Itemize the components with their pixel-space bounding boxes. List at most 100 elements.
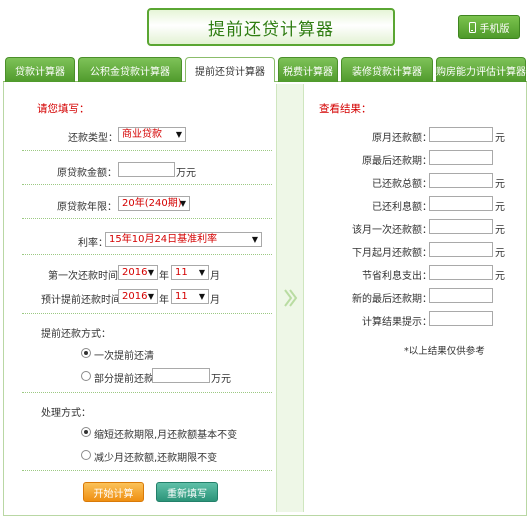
result-new-last-period bbox=[429, 288, 493, 303]
loan-amount-input[interactable] bbox=[118, 162, 175, 177]
result-lump-sum bbox=[429, 219, 493, 234]
prepay-year-value: 2016 bbox=[122, 291, 148, 302]
result-label-next-monthly: 下月起月还款额： bbox=[352, 248, 432, 259]
tab-prepayment-calculator[interactable]: 提前还贷计算器 bbox=[185, 57, 275, 83]
calculator-tabs: 贷款计算器 公积金贷款计算器 提前还贷计算器 税费计算器 装修贷款计算器 购房能… bbox=[3, 57, 527, 83]
chevron-down-icon: ▼ bbox=[251, 235, 258, 244]
result-label-paid-total: 已还款总额： bbox=[372, 179, 432, 190]
tab-label: 装修贷款计算器 bbox=[352, 66, 422, 78]
handle-shorten-label: 缩短还款期限,月还款额基本不变 bbox=[94, 430, 238, 441]
handle-method-label: 处理方式： bbox=[41, 408, 91, 419]
result-unit: 元 bbox=[495, 248, 505, 259]
mobile-version-label: 手机版 bbox=[479, 23, 510, 35]
chevron-down-icon: ▼ bbox=[198, 268, 205, 277]
column-divider bbox=[276, 84, 304, 512]
handle-reduce-radio[interactable] bbox=[81, 450, 91, 460]
prepay-month-select[interactable]: 11 ▼ bbox=[171, 289, 209, 304]
form-section-title: 请您填写： bbox=[37, 103, 90, 115]
tab-label: 公积金贷款计算器 bbox=[90, 66, 170, 78]
rate-label: 利率： bbox=[78, 238, 108, 249]
loan-years-select[interactable]: 20年(240期) ▼ bbox=[118, 196, 190, 211]
first-payment-label: 第一次还款时间 bbox=[48, 271, 118, 282]
divider bbox=[22, 254, 272, 255]
tab-label: 税费计算器 bbox=[283, 66, 333, 78]
phone-icon bbox=[468, 21, 476, 33]
first-payment-year-value: 2016 bbox=[122, 267, 148, 278]
mobile-version-button[interactable]: 手机版 bbox=[458, 15, 520, 39]
result-unit: 元 bbox=[495, 202, 505, 213]
divider bbox=[22, 218, 272, 219]
result-paid-total bbox=[429, 173, 493, 188]
tab-label: 贷款计算器 bbox=[15, 66, 65, 78]
start-calculation-button[interactable]: 开始计算 bbox=[83, 482, 144, 502]
loan-type-value: 商业贷款 bbox=[122, 129, 162, 140]
chevron-down-icon: ▼ bbox=[175, 130, 182, 139]
prepay-partial-radio[interactable] bbox=[81, 371, 91, 381]
first-payment-month-value: 11 bbox=[175, 267, 188, 278]
tab-loan-calculator[interactable]: 贷款计算器 bbox=[5, 57, 75, 82]
divider bbox=[22, 392, 272, 393]
divider bbox=[22, 184, 272, 185]
tab-provident-fund-calculator[interactable]: 公积金贷款计算器 bbox=[78, 57, 182, 82]
divider bbox=[22, 313, 272, 314]
result-unit: 元 bbox=[495, 271, 505, 282]
result-label-hint: 计算结果提示： bbox=[362, 317, 432, 328]
reset-form-button[interactable]: 重新填写 bbox=[156, 482, 218, 502]
tab-label: 购房能力评估计算器 bbox=[436, 66, 526, 78]
chevron-down-icon: ▼ bbox=[198, 292, 205, 301]
prepay-time-label: 预计提前还款时间 bbox=[41, 295, 121, 306]
prepay-month-value: 11 bbox=[175, 291, 188, 302]
chevron-down-icon: ▼ bbox=[147, 268, 154, 277]
month-unit: 月 bbox=[210, 271, 220, 282]
loan-years-value: 20年(240期) bbox=[122, 198, 182, 209]
first-payment-month-select[interactable]: 11 ▼ bbox=[171, 265, 209, 280]
result-hint bbox=[429, 311, 493, 326]
result-label-lump-sum: 该月一次还款额： bbox=[352, 225, 432, 236]
prepay-method-label: 提前还款方式： bbox=[41, 329, 111, 340]
result-paid-interest bbox=[429, 196, 493, 211]
partial-amount-unit: 万元 bbox=[211, 374, 231, 385]
first-payment-year-select[interactable]: 2016 ▼ bbox=[118, 265, 158, 280]
result-unit: 元 bbox=[495, 225, 505, 236]
result-label-paid-interest: 已还利息额： bbox=[372, 202, 432, 213]
tab-tax-calculator[interactable]: 税费计算器 bbox=[278, 57, 338, 82]
result-label-original-last-period: 原最后还款期： bbox=[362, 156, 432, 167]
interest-rate-value: 15年10月24日基准利率 bbox=[109, 234, 218, 245]
month-unit: 月 bbox=[210, 295, 220, 306]
prepay-full-label: 一次提前还清 bbox=[94, 351, 154, 362]
loan-type-select[interactable]: 商业贷款 ▼ bbox=[118, 127, 186, 142]
prepay-year-select[interactable]: 2016 ▼ bbox=[118, 289, 158, 304]
result-label-new-last-period: 新的最后还款期： bbox=[352, 294, 432, 305]
reset-form-label: 重新填写 bbox=[167, 488, 207, 500]
divider bbox=[22, 470, 272, 471]
results-section-title: 查看结果： bbox=[319, 103, 372, 115]
result-label-original-monthly: 原月还款额： bbox=[372, 133, 432, 144]
page-title-text: 提前还贷计算器 bbox=[208, 19, 334, 40]
chevron-down-icon: ▼ bbox=[179, 199, 186, 208]
tab-purchase-ability-calculator[interactable]: 购房能力评估计算器 bbox=[436, 57, 526, 82]
result-next-monthly bbox=[429, 242, 493, 257]
tab-label: 提前还贷计算器 bbox=[195, 67, 265, 78]
years-label: 原贷款年限： bbox=[57, 202, 117, 213]
prepay-full-radio[interactable] bbox=[81, 348, 91, 358]
amount-unit: 万元 bbox=[176, 168, 196, 179]
result-disclaimer: *以上结果仅供参考 bbox=[404, 346, 485, 357]
handle-shorten-radio[interactable] bbox=[81, 427, 91, 437]
year-unit: 年 bbox=[159, 271, 169, 282]
interest-rate-select[interactable]: 15年10月24日基准利率 ▼ bbox=[105, 232, 262, 247]
amount-label: 原贷款金额： bbox=[57, 168, 117, 179]
result-original-monthly bbox=[429, 127, 493, 142]
result-original-last-period bbox=[429, 150, 493, 165]
result-label-interest-saved: 节省利息支出： bbox=[362, 271, 432, 282]
partial-amount-input[interactable] bbox=[152, 368, 210, 383]
chevron-down-icon: ▼ bbox=[147, 292, 154, 301]
calculator-panel: 请您填写： 还款类型： 商业贷款 ▼ 原贷款金额： 万元 原贷款年限： 20年(… bbox=[3, 82, 527, 516]
result-unit: 元 bbox=[495, 133, 505, 144]
result-unit: 元 bbox=[495, 179, 505, 190]
start-calculation-label: 开始计算 bbox=[93, 488, 134, 500]
results-panel: 查看结果： 原月还款额： 元 原最后还款期： 已还款总额： 元 已还利息额： 元… bbox=[306, 84, 524, 512]
loan-type-label: 还款类型： bbox=[68, 133, 118, 144]
tab-renovation-loan-calculator[interactable]: 装修贷款计算器 bbox=[341, 57, 433, 82]
prepay-partial-label: 部分提前还款 bbox=[94, 374, 154, 385]
page-title: 提前还贷计算器 bbox=[147, 8, 395, 46]
